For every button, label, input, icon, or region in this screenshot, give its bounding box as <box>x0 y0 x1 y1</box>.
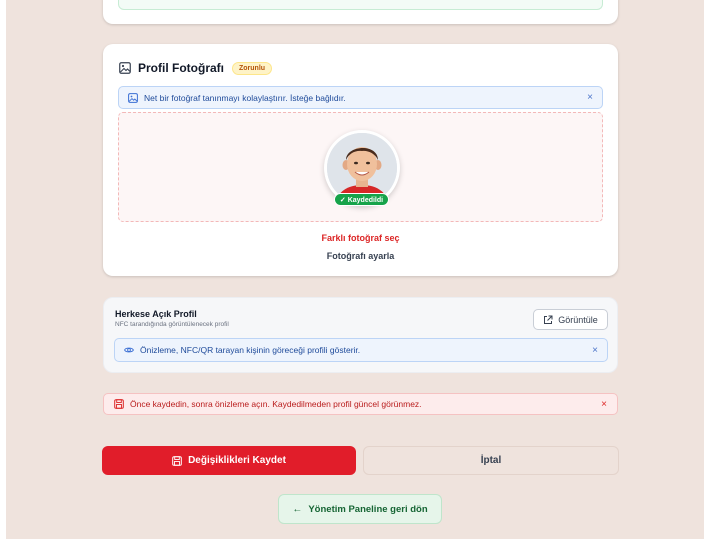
close-icon[interactable]: × <box>587 92 593 103</box>
view-profile-button[interactable]: Görüntüle <box>533 309 608 330</box>
external-link-icon <box>544 315 553 324</box>
choose-different-photo-link[interactable]: Farklı fotoğraf seç <box>103 233 618 243</box>
save-icon <box>172 455 182 466</box>
arrow-left-icon: ← <box>292 503 303 515</box>
close-icon[interactable]: × <box>592 345 598 356</box>
cancel-button[interactable]: İptal <box>363 446 619 475</box>
page-margin-bottom <box>0 539 710 545</box>
back-to-admin-panel-button[interactable]: ← Yönetim Paneline geri dön <box>278 494 442 524</box>
profile-photo-card: Profil Fotoğrafı Zorunlu Net bir fotoğra… <box>103 44 618 276</box>
cancel-label: İptal <box>480 455 502 466</box>
eye-icon <box>124 347 134 353</box>
image-icon <box>119 62 131 74</box>
view-profile-label: Görüntüle <box>558 314 598 325</box>
preview-info-text: Önizleme, NFC/QR tarayan kişinin göreceğ… <box>140 345 361 355</box>
previous-section-card <box>103 0 618 24</box>
public-profile-title: Herkese Açık Profil <box>115 309 197 319</box>
save-icon <box>114 399 124 409</box>
save-first-warning: Önce kaydedin, sonra önizleme açın. Kayd… <box>103 393 618 415</box>
save-changes-button[interactable]: Değişiklikleri Kaydet <box>102 446 356 475</box>
save-changes-label: Değişiklikleri Kaydet <box>188 455 286 466</box>
close-icon[interactable]: × <box>601 399 607 410</box>
info-icon <box>128 92 138 103</box>
profile-photo-title: Profil Fotoğrafı <box>138 61 224 75</box>
page-margin-right <box>704 0 710 545</box>
public-profile-card: Herkese Açık Profil NFC tarandığında gör… <box>103 297 618 373</box>
photo-drop-zone[interactable]: ✓ Kaydedildi <box>118 112 603 222</box>
page-margin-left <box>0 0 6 545</box>
back-to-admin-panel-label: Yönetim Paneline geri dön <box>308 503 428 515</box>
photo-info-alert: Net bir fotoğraf tanınmayı kolaylaştırır… <box>118 86 603 109</box>
previous-section-success-bar <box>118 0 603 10</box>
profile-photo-header: Profil Fotoğrafı Zorunlu <box>119 61 273 75</box>
required-badge: Zorunlu <box>232 61 273 75</box>
saved-status-badge: ✓ Kaydedildi <box>334 193 389 206</box>
adjust-photo-link[interactable]: Fotoğrafı ayarla <box>103 251 618 261</box>
warning-text: Önce kaydedin, sonra önizleme açın. Kayd… <box>130 399 422 409</box>
public-profile-subtitle: NFC tarandığında görüntülenecek profil <box>115 321 229 328</box>
preview-info-alert: Önizleme, NFC/QR tarayan kişinin göreceğ… <box>114 338 608 362</box>
photo-info-text: Net bir fotoğraf tanınmayı kolaylaştırır… <box>144 92 346 103</box>
